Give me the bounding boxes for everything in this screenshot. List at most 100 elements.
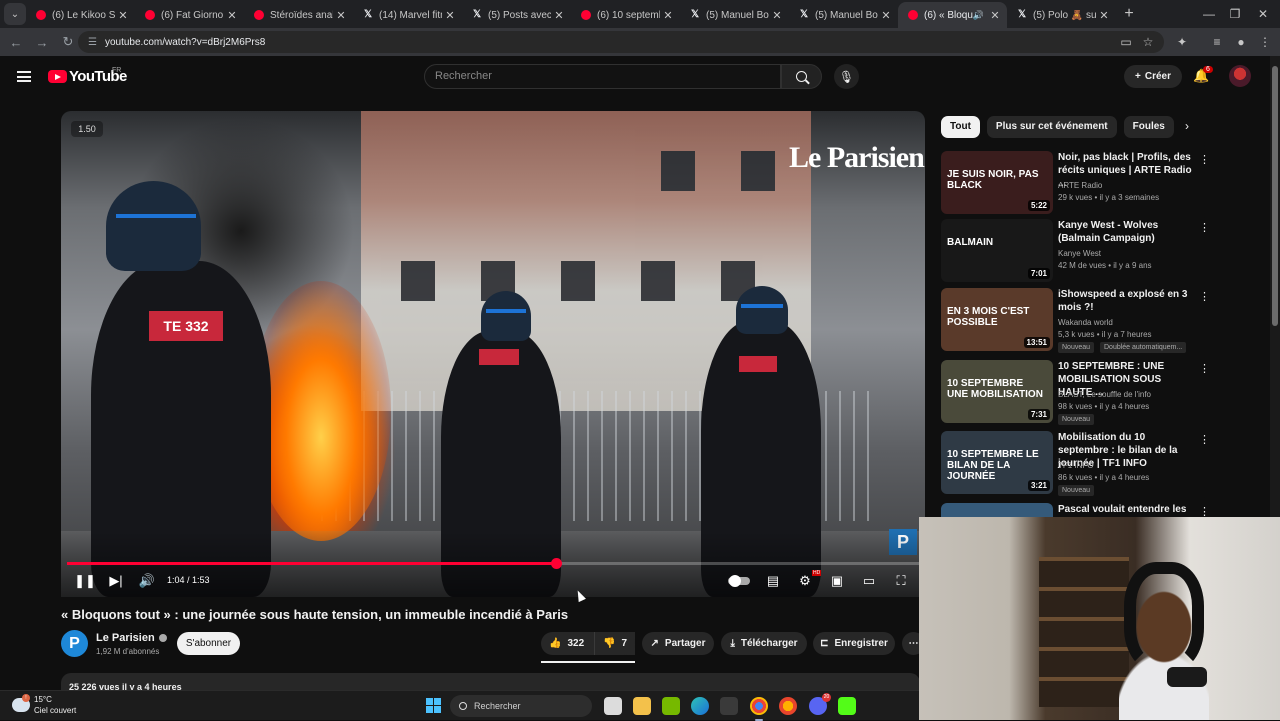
address-bar[interactable]: ☰ youtube.com/watch?v=dBrj2M6Prs8 — [78, 31, 1164, 53]
filter-chip[interactable]: Tout — [941, 116, 980, 138]
subscribe-button[interactable]: S'abonner — [177, 632, 240, 655]
scrollbar-thumb[interactable] — [1272, 66, 1278, 326]
browser-tab[interactable]: 𝕏 (5) Manuel Bomp✕ — [680, 2, 789, 28]
account-avatar[interactable] — [1229, 65, 1251, 87]
youtube-logo-icon[interactable] — [48, 70, 67, 83]
recommended-video-title[interactable]: Pascal voulait entendre les — [1058, 503, 1196, 516]
more-vertical-icon[interactable]: ⋮ — [1199, 221, 1210, 234]
browser-tab[interactable]: 𝕏 (5) Posts avec rép✕ — [462, 2, 571, 28]
pause-icon[interactable]: ❚❚ — [74, 573, 96, 589]
browser-tab[interactable]: Stéroïdes anabolis✕ — [244, 2, 353, 28]
recommended-channel-name[interactable]: TF1 INFO — [1058, 461, 1094, 470]
edge-browser-icon[interactable] — [691, 697, 709, 715]
recommended-video[interactable]: En 3 mois c'est possible 13:51 iShowspeed … — [941, 288, 1210, 354]
more-vertical-icon[interactable]: ⋮ — [1199, 153, 1210, 166]
cast-icon[interactable]: ▭ — [1115, 30, 1137, 54]
volume-icon[interactable]: 🔊 — [139, 573, 155, 589]
video-thumbnail[interactable]: 10 septembre une mobilisation 7:31 — [941, 360, 1053, 423]
chevron-right-icon[interactable]: › — [1185, 119, 1189, 133]
close-tab-icon[interactable]: ✕ — [769, 9, 785, 22]
fullscreen-icon[interactable]: ⛶ — [893, 573, 909, 589]
next-video-icon[interactable]: ▶| — [108, 573, 124, 589]
close-tab-icon[interactable]: ✕ — [115, 9, 131, 22]
video-thumbnail[interactable] — [941, 503, 1053, 517]
download-button[interactable]: ⤓ Télécharger — [721, 632, 807, 655]
create-button[interactable]: + Créer — [1124, 65, 1182, 88]
extensions-icon[interactable]: ✦ — [1171, 30, 1193, 54]
browser-tab[interactable]: 𝕏 (5) Manuel Bomp✕ — [789, 2, 898, 28]
more-vertical-icon[interactable]: ⋮ — [1199, 433, 1210, 446]
browser-tab[interactable]: (6) Le Kikoo Show✕ — [26, 2, 135, 28]
dislike-button[interactable]: 👎 7 — [594, 632, 635, 655]
search-button[interactable] — [781, 64, 822, 89]
chrome-browser-icon[interactable] — [750, 697, 768, 721]
more-vertical-icon[interactable]: ⋮ — [1199, 362, 1210, 375]
browser-tab[interactable]: (6) « Bloquon🔊✕ — [898, 2, 1007, 28]
browser-tab[interactable]: (6) Fat Giorno - Yo✕ — [135, 2, 244, 28]
recommended-channel-name[interactable]: Kanye West — [1058, 249, 1101, 258]
microsoft-store-icon[interactable] — [720, 697, 738, 715]
recommended-video-title[interactable]: Kanye West - Wolves (Balmain Campaign) — [1058, 219, 1196, 245]
weather-description[interactable]: Ciel couvert — [34, 706, 76, 715]
recommended-video[interactable]: BALMAIN 7:01 Kanye West - Wolves (Balmain … — [941, 219, 1210, 285]
profile-icon[interactable]: ● — [1230, 30, 1252, 54]
recommended-video[interactable]: 10 septembre une mobilisation 7:31 10 SEPT… — [941, 360, 1210, 426]
back-arrow-icon[interactable]: ← — [4, 35, 28, 50]
save-button[interactable]: ⊏ Enregistrer — [813, 632, 895, 655]
close-tab-icon[interactable]: ✕ — [878, 9, 894, 22]
close-tab-icon[interactable]: ✕ — [224, 9, 240, 22]
browser-menu-icon[interactable]: ⋮ — [1254, 30, 1276, 54]
close-window-button[interactable]: ✕ — [1240, 0, 1280, 28]
video-player[interactable]: TE 332 Le Parisien 1.50 P ❚❚ ▶| 🔊 1:04 /… — [61, 111, 925, 597]
browser-tab[interactable]: 𝕏 (5) Polo 🧸 sur X✕ — [1007, 2, 1116, 28]
tab-audio-icon[interactable]: 🔊 — [973, 10, 984, 21]
settings-gear-icon[interactable]: ⚙ — [797, 573, 813, 589]
bookmark-star-icon[interactable]: ☆ — [1137, 30, 1159, 54]
site-info-icon[interactable]: ☰ — [88, 37, 97, 48]
weather-temperature[interactable]: 15°C — [34, 695, 52, 704]
recommended-channel-name[interactable]: BLAST, Le souffle de l'info — [1058, 390, 1151, 399]
file-explorer-icon[interactable] — [633, 697, 651, 715]
progress-bar[interactable] — [67, 558, 919, 569]
filter-chip[interactable]: Foules — [1123, 116, 1174, 138]
recommended-video[interactable]: Je suis noir, pas black 5:22 Noir, pas bla… — [941, 151, 1210, 217]
voice-search-icon[interactable]: 🎙 — [834, 64, 859, 89]
recommended-video[interactable]: 10 septembre le bilan de la journée 3:21 M… — [941, 431, 1210, 497]
video-thumbnail[interactable]: Je suis noir, pas black 5:22 — [941, 151, 1053, 214]
miniplayer-icon[interactable]: ▣ — [829, 573, 845, 589]
menu-icon[interactable] — [17, 71, 31, 82]
kick-app-icon[interactable] — [838, 697, 856, 715]
nvidia-app-icon[interactable] — [662, 697, 680, 715]
forward-arrow-icon[interactable]: → — [30, 35, 54, 50]
channel-avatar[interactable]: P — [61, 630, 88, 657]
video-thumbnail[interactable]: BALMAIN 7:01 — [941, 219, 1053, 282]
windows-start-icon[interactable] — [426, 698, 441, 713]
browser-tab[interactable]: 𝕏 (14) Marvel fitnes✕ — [353, 2, 462, 28]
video-thumbnail[interactable]: En 3 mois c'est possible 13:51 — [941, 288, 1053, 351]
close-tab-icon[interactable]: ✕ — [442, 9, 458, 22]
search-input[interactable]: Rechercher — [424, 64, 781, 89]
new-tab-button[interactable]: + — [1116, 5, 1142, 23]
firefox-browser-icon[interactable] — [779, 697, 797, 715]
more-vertical-icon[interactable]: ⋮ — [1199, 505, 1207, 517]
channel-name-link[interactable]: Le Parisien — [96, 632, 167, 644]
close-tab-icon[interactable]: ✕ — [987, 9, 1003, 22]
media-controls-icon[interactable]: ≡ — [1206, 30, 1228, 54]
recommended-video-title[interactable]: iShowspeed a explosé en 3 mois ?! — [1058, 288, 1196, 314]
tab-search-button[interactable]: ⌄ — [4, 3, 26, 25]
recommended-video[interactable]: Pascal voulait entendre les ⋮ — [941, 503, 1207, 517]
filter-chip[interactable]: Plus sur cet événement — [986, 116, 1117, 138]
share-button[interactable]: ↗ Partager — [642, 632, 714, 655]
recommended-channel-name[interactable]: ARTE Radio — [1058, 181, 1102, 190]
close-tab-icon[interactable]: ✕ — [333, 9, 349, 22]
reload-icon[interactable]: ↻ — [56, 34, 80, 50]
video-thumbnail[interactable]: 10 septembre le bilan de la journée 3:21 — [941, 431, 1053, 494]
more-vertical-icon[interactable]: ⋮ — [1199, 290, 1210, 303]
close-tab-icon[interactable]: ✕ — [551, 9, 567, 22]
subtitles-icon[interactable]: ▤ — [765, 573, 781, 589]
recommended-channel-name[interactable]: Wakanda world — [1058, 318, 1113, 327]
taskbar-search-box[interactable]: Rechercher — [450, 695, 592, 717]
browser-tab[interactable]: (6) 10 septembre✕ — [571, 2, 680, 28]
theater-mode-icon[interactable]: ▭ — [861, 573, 877, 589]
autoplay-toggle[interactable] — [728, 575, 750, 587]
